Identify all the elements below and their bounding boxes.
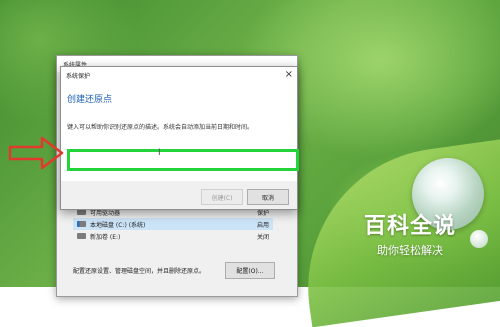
protection-row-c-drive[interactable]: 本地磁盘 (C:) (系统) 启用 xyxy=(73,218,273,230)
watermark-subtitle: 助你轻松解决 xyxy=(377,244,443,257)
system-protection-title: 系统保护 xyxy=(66,72,91,80)
cancel-button[interactable]: 取消 xyxy=(247,189,289,205)
system-protection-dialog: 系统保护 × 创建还原点 键入可以帮助你识别还原点的描述。系统会自动添加当前日期… xyxy=(60,66,299,210)
text-cursor-icon: I xyxy=(158,148,161,158)
protection-row-name: 本地磁盘 (C:) (系统) xyxy=(90,221,146,229)
configure-description: 配置还原设置、管理磁盘空间，并且删除还原点。 xyxy=(73,268,206,275)
dialog-button-bar: 创建(C) 取消 xyxy=(61,181,297,209)
protection-row-status: 启用 xyxy=(256,221,269,229)
configure-button[interactable]: 配置(O)... xyxy=(225,262,275,279)
restore-point-description: 键入可以帮助你识别还原点的描述。系统会自动添加当前日期和时间。 xyxy=(67,124,254,131)
create-button[interactable]: 创建(C) xyxy=(201,189,243,205)
small-water-droplet-image xyxy=(470,230,488,248)
close-icon[interactable]: × xyxy=(285,69,293,80)
drive-icon xyxy=(77,233,86,239)
protection-row-e-drive[interactable]: 新加卷 (E:) 关闭 xyxy=(73,230,273,242)
watermark-title: 百科全说 xyxy=(363,214,456,239)
watermark: 百科全说 助你轻松解决 xyxy=(348,208,472,264)
system-drive-icon xyxy=(77,221,86,227)
protection-settings-list: 可用驱动器 保护 本地磁盘 (C:) (系统) 启用 新加卷 (E:) 关闭 xyxy=(73,206,273,242)
system-protection-titlebar: 系统保护 xyxy=(61,67,297,83)
restore-point-name-input[interactable] xyxy=(67,149,299,171)
create-restore-point-heading: 创建还原点 xyxy=(67,95,113,105)
protection-row-status: 关闭 xyxy=(256,233,269,241)
red-arrow-icon xyxy=(8,136,64,170)
protection-row-name: 新加卷 (E:) xyxy=(90,233,121,241)
